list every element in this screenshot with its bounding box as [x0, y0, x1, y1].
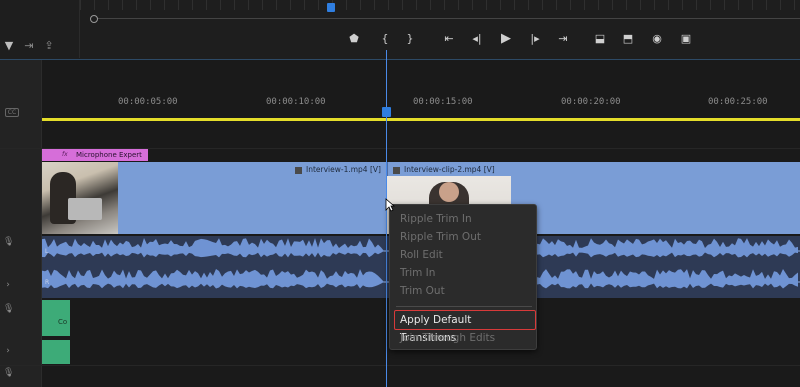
clip-label: Interview-clip-2.mp4 [V] — [393, 165, 495, 175]
go-to-out-icon[interactable]: ⇥ — [553, 30, 573, 48]
menu-item-apply-default-transitions[interactable]: Apply Default Transitions — [400, 311, 530, 344]
microphone-icon[interactable]: 🎙 — [3, 237, 14, 247]
overwrite-icon[interactable]: ⇪ — [42, 39, 56, 53]
monitor-playhead[interactable] — [327, 3, 335, 12]
monitor-scrub-bar[interactable] — [90, 3, 800, 23]
export-frame-icon[interactable]: ◉ — [647, 30, 667, 48]
adjustment-clip-label: Microphone Expert — [76, 151, 142, 159]
step-forward-icon[interactable]: |▸ — [525, 30, 545, 48]
lift-icon[interactable]: ⬓ — [590, 30, 610, 48]
channel-label: R — [45, 279, 50, 286]
play-icon[interactable]: ▶ — [496, 30, 516, 48]
menu-item-trim-out[interactable]: Trim Out — [400, 282, 530, 300]
thumbnail-face — [439, 182, 459, 202]
timecode-label: 00:00:10:00 — [266, 97, 326, 107]
clip-label: Interview-1.mp4 [V] — [295, 165, 381, 175]
comparison-view-icon[interactable]: ▣ — [676, 30, 696, 48]
fx-icon — [295, 166, 302, 174]
captions-icon[interactable]: CC — [5, 108, 19, 117]
menu-separator — [396, 306, 532, 307]
channel-label: L — [45, 248, 49, 255]
premiere-editor: ⬟ { } ⇤ ◂| ▶ |▸ ⇥ ⬓ ⬒ ◉ ▣ ▼ ⇥ ⇪ CC 🎙 › 🎙… — [0, 0, 800, 387]
scrub-track — [90, 18, 800, 19]
playhead-handle[interactable] — [382, 107, 391, 117]
adjustment-clip[interactable]: fx Microphone Expert — [42, 149, 148, 161]
menu-item-ripple-trim-out[interactable]: Ripple Trim Out — [400, 228, 530, 246]
timecode-label: 00:00:15:00 — [413, 97, 473, 107]
fx-badge: fx — [62, 151, 68, 158]
menu-item-join-through-edits[interactable]: Join Through Edits — [400, 329, 530, 347]
green-clip-label: Co — [58, 318, 68, 326]
track-headers: CC 🎙 › 🎙 › 🎙 — [0, 60, 42, 387]
mark-out-icon[interactable]: } — [400, 30, 420, 48]
context-menu: Ripple Trim In Ripple Trim Out Roll Edit… — [389, 204, 537, 350]
mark-in-icon[interactable]: { — [375, 30, 395, 48]
timecode-label: 00:00:05:00 — [118, 97, 178, 107]
microphone-icon[interactable]: 🎙 — [3, 304, 14, 314]
filter-icon[interactable]: ▼ — [2, 39, 16, 53]
audio-clip-green[interactable]: Co — [42, 300, 70, 336]
add-marker-icon[interactable]: ⬟ — [344, 30, 364, 48]
timecode-label: 00:00:20:00 — [561, 97, 621, 107]
menu-item-ripple-trim-in[interactable]: Ripple Trim In — [400, 210, 530, 228]
chevron-right-icon[interactable]: › — [3, 346, 13, 356]
playhead-line[interactable] — [386, 50, 387, 387]
extract-icon[interactable]: ⬒ — [618, 30, 638, 48]
monitor-timecode-ticks — [80, 0, 800, 10]
clip-thumbnail — [42, 162, 118, 234]
insert-icon[interactable]: ⇥ — [22, 39, 36, 53]
microphone-icon[interactable]: 🎙 — [3, 368, 14, 378]
program-monitor-controls: ⬟ { } ⇤ ◂| ▶ |▸ ⇥ ⬓ ⬒ ◉ ▣ ▼ ⇥ ⇪ — [0, 0, 800, 60]
work-area-bar[interactable] — [42, 118, 800, 121]
fx-icon — [393, 166, 400, 174]
menu-item-trim-in[interactable]: Trim In — [400, 264, 530, 282]
menu-item-roll-edit[interactable]: Roll Edit — [400, 246, 530, 264]
timecode-label: 00:00:25:00 — [708, 97, 768, 107]
track-divider — [0, 365, 800, 366]
go-to-in-icon[interactable]: ⇤ — [439, 30, 459, 48]
step-back-icon[interactable]: ◂| — [467, 30, 487, 48]
mouse-cursor-icon — [385, 198, 395, 212]
audio-clip-green[interactable] — [42, 340, 70, 364]
scrub-start-handle[interactable] — [90, 15, 98, 23]
chevron-right-icon[interactable]: › — [3, 280, 13, 290]
thumbnail-laptop — [68, 198, 102, 220]
